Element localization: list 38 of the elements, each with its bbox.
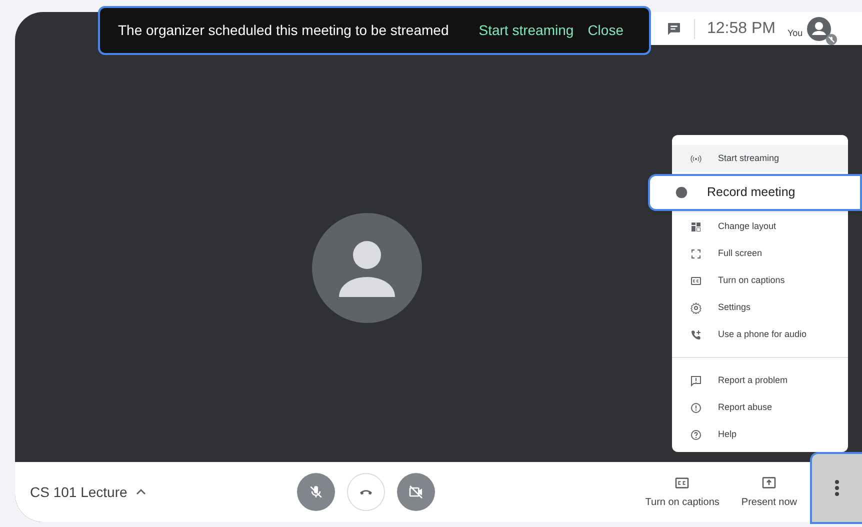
banner-action-link[interactable]: Close [588, 20, 624, 41]
menu-item[interactable]: Help [672, 421, 848, 448]
record-dot-icon [674, 185, 689, 200]
alert-circle-icon [690, 402, 702, 414]
captions-icon [690, 274, 702, 286]
banner-action-link[interactable]: Start streaming [478, 20, 574, 41]
layout-grid-icon [690, 220, 702, 232]
chat-icon[interactable] [666, 20, 682, 36]
present-screen-icon [761, 474, 778, 490]
clock-time: 12:58 PM [707, 18, 776, 38]
banner-message: The organizer scheduled this meeting to be streamed [118, 21, 449, 40]
menu-item[interactable]: Report abuse [672, 394, 848, 421]
phone-add-icon [690, 328, 702, 340]
settings-icon [690, 302, 702, 314]
menu-item[interactable]: Use a phone for audio [672, 321, 848, 348]
fullscreen-icon [690, 248, 702, 260]
help-icon [690, 428, 702, 440]
captions-icon [674, 474, 690, 490]
broadcast-icon [690, 152, 702, 164]
avatar-icon[interactable] [806, 16, 831, 40]
feedback-icon [690, 374, 702, 386]
camera-off-icon [408, 484, 424, 500]
toolbar-action-button[interactable]: Turn on captions [645, 474, 720, 510]
microphone-button[interactable] [297, 473, 335, 511]
toolbar-action-button[interactable]: Present now [741, 474, 797, 510]
mic-off-icon [308, 484, 324, 500]
menu-item[interactable]: Full screen [672, 240, 848, 267]
menu-item[interactable]: Change layout [672, 213, 848, 240]
menu-item[interactable]: Turn on captions [672, 267, 848, 294]
camera-button[interactable] [397, 473, 435, 511]
menu-item[interactable]: Start streaming [672, 145, 848, 172]
menu-item-callout[interactable]: Record meeting [648, 174, 862, 211]
menu-item[interactable]: Report a problem [672, 367, 848, 394]
more-vertical-icon [835, 480, 839, 496]
menu-item[interactable]: Settings [672, 294, 848, 321]
user-label: You [787, 27, 803, 40]
more-options-button[interactable] [810, 452, 862, 524]
meeting-title[interactable]: CS 101 Lecture [30, 482, 128, 502]
